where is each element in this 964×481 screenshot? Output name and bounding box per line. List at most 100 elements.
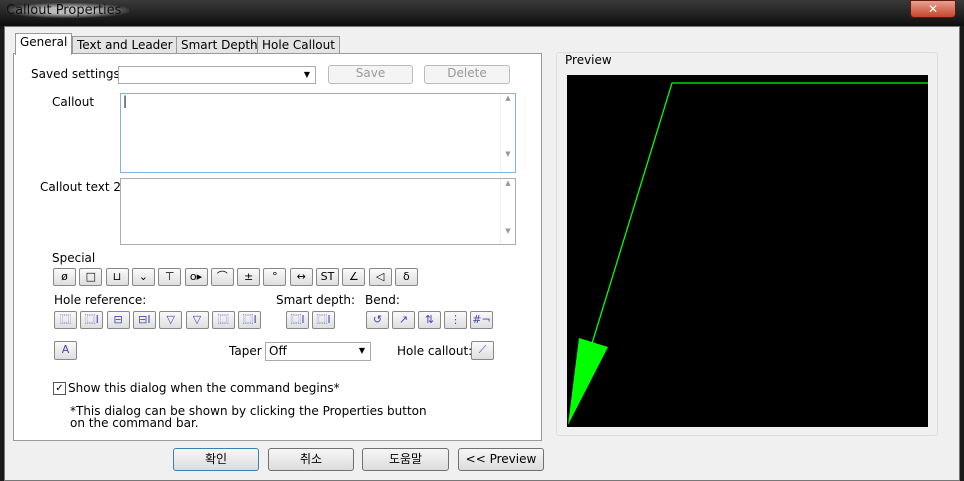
- save-button[interactable]: Save: [328, 65, 413, 84]
- special-symbol-6-button[interactable]: ⌒: [210, 268, 234, 286]
- preview-toggle-button[interactable]: << Preview: [458, 448, 544, 471]
- help-button[interactable]: 도움말: [362, 448, 449, 471]
- callout-label: Callout: [52, 95, 95, 109]
- special-symbol-7-button[interactable]: ±: [237, 268, 261, 286]
- smart-depth-0-button[interactable]: ⿴I: [286, 311, 309, 329]
- special-symbol-9-icon: ↔: [296, 270, 306, 283]
- tab-text-and-leader[interactable]: Text and Leader: [72, 36, 178, 54]
- bend-3-icon: ⋮: [450, 313, 461, 326]
- hole-callout-button[interactable]: ⟋: [471, 341, 494, 360]
- bend-4-button[interactable]: #¬: [470, 311, 493, 329]
- smart-depth-1-icon: ⿴I: [316, 313, 331, 326]
- bend-3-button[interactable]: ⋮: [444, 311, 467, 329]
- callout-text-2-label: Callout text 2:: [40, 180, 126, 194]
- tab-general[interactable]: General: [15, 33, 73, 55]
- cancel-button[interactable]: 취소: [268, 448, 354, 471]
- text-format-button[interactable]: A: [54, 341, 77, 360]
- hole-callout-icon: ⟋: [478, 343, 487, 356]
- special-symbol-13-icon: δ: [403, 270, 410, 283]
- special-symbol-7-icon: ±: [243, 270, 254, 283]
- bend-2-button[interactable]: ⇅: [418, 311, 441, 329]
- special-symbol-11-icon: ∠: [348, 270, 359, 283]
- taper-value: Off: [269, 344, 287, 358]
- hole-reference-7-button[interactable]: ⿴I: [238, 311, 262, 329]
- show-dialog-checkbox[interactable]: ✓: [53, 382, 66, 395]
- callout-value: |: [123, 94, 128, 108]
- special-symbol-10-button[interactable]: ST: [316, 268, 339, 286]
- hole-reference-3-icon: ⊟I: [138, 313, 151, 326]
- hole-reference-label: Hole reference:: [54, 293, 147, 307]
- special-symbol-1-button[interactable]: □: [79, 268, 103, 286]
- callout-text-2-textarea[interactable]: ▲ ▼: [120, 178, 516, 245]
- hole-reference-7-icon: ⿴I: [242, 313, 257, 326]
- smart-depth-1-button[interactable]: ⿴I: [312, 311, 335, 329]
- taper-label: Taper: [229, 344, 262, 358]
- special-symbol-2-icon: ⊔: [112, 270, 122, 283]
- special-symbol-8-button[interactable]: °: [263, 268, 287, 286]
- arrowhead: [568, 338, 608, 425]
- smart-depth-0-icon: ⿴I: [290, 313, 305, 326]
- hole-reference-6-icon: ⿴: [217, 313, 229, 326]
- tab-smart-depth[interactable]: Smart Depth: [176, 36, 263, 54]
- delete-button[interactable]: Delete: [424, 65, 510, 84]
- bend-1-button[interactable]: ↗: [392, 311, 415, 329]
- show-dialog-label: Show this dialog when the command begins…: [68, 381, 340, 395]
- hole-reference-4-icon: ▽: [166, 313, 175, 326]
- hole-reference-4-button[interactable]: ▽: [159, 311, 183, 329]
- bend-label: Bend:: [365, 293, 400, 307]
- close-button[interactable]: ✕: [910, 0, 956, 18]
- scrollbar[interactable]: ▲ ▼: [500, 94, 515, 172]
- ok-button[interactable]: 확인: [173, 448, 259, 471]
- special-symbol-2-button[interactable]: ⊔: [105, 268, 129, 286]
- special-symbol-4-button[interactable]: ⊤: [158, 268, 182, 286]
- special-symbol-0-button[interactable]: ø: [53, 268, 76, 286]
- special-symbol-12-icon: ◁: [375, 270, 385, 283]
- special-symbol-5-button[interactable]: o▸: [184, 268, 208, 286]
- special-symbol-5-icon: o▸: [189, 270, 203, 283]
- special-symbol-8-icon: °: [272, 270, 278, 283]
- hole-reference-6-button[interactable]: ⿴: [211, 311, 235, 329]
- hole-reference-0-icon: ⿴: [60, 313, 71, 326]
- bend-1-icon: ↗: [398, 313, 409, 326]
- saved-settings-label: Saved settings:: [31, 67, 124, 81]
- saved-settings-dropdown[interactable]: ▼: [118, 66, 316, 84]
- special-symbol-0-icon: ø: [61, 270, 68, 283]
- special-label: Special: [52, 251, 96, 265]
- hole-reference-1-button[interactable]: ⿴I: [80, 311, 104, 329]
- special-symbol-9-button[interactable]: ↔: [289, 268, 313, 286]
- hole-callout-label: Hole callout:: [397, 344, 473, 358]
- preview-canvas: [567, 75, 928, 427]
- special-symbol-6-icon: ⌒: [216, 270, 228, 283]
- hole-reference-5-button[interactable]: ▽: [185, 311, 209, 329]
- bend-0-icon: ↺: [372, 313, 383, 326]
- special-symbol-1-icon: □: [85, 270, 96, 283]
- chevron-down-icon: ▼: [303, 70, 310, 79]
- note-line-2: on the command bar.: [70, 416, 199, 430]
- tab-hole-callout[interactable]: Hole Callout: [257, 36, 340, 54]
- scrollbar[interactable]: ▲ ▼: [500, 179, 515, 244]
- title-bar: [0, 0, 964, 26]
- leader-line: [589, 82, 928, 351]
- bend-4-icon: #¬: [472, 313, 491, 326]
- special-symbol-3-button[interactable]: ⌄: [131, 268, 155, 286]
- bend-0-button[interactable]: ↺: [366, 311, 389, 329]
- callout-textarea[interactable]: | ▲ ▼: [120, 93, 516, 173]
- special-symbol-11-button[interactable]: ∠: [342, 268, 366, 286]
- hole-reference-3-button[interactable]: ⊟I: [132, 311, 156, 329]
- smart-depth-label: Smart depth:: [276, 293, 356, 307]
- hole-reference-1-icon: ⿴I: [84, 313, 99, 326]
- hole-reference-5-icon: ▽: [192, 313, 202, 326]
- special-symbol-13-button[interactable]: δ: [394, 268, 418, 286]
- preview-drawing: [568, 82, 928, 425]
- special-symbol-10-icon: ST: [320, 270, 335, 283]
- bend-2-icon: ⇅: [424, 313, 435, 326]
- window-title: Callout Properties: [6, 3, 130, 18]
- special-symbol-12-button[interactable]: ◁: [368, 268, 392, 286]
- special-symbol-3-icon: ⌄: [138, 270, 148, 283]
- chevron-down-icon: ▼: [358, 346, 365, 355]
- hole-reference-2-button[interactable]: ⊟: [106, 311, 130, 329]
- taper-dropdown[interactable]: Off ▼: [265, 342, 371, 361]
- text-format-icon: A: [61, 343, 70, 356]
- special-symbol-4-icon: ⊤: [164, 270, 175, 283]
- hole-reference-0-button[interactable]: ⿴: [54, 311, 77, 329]
